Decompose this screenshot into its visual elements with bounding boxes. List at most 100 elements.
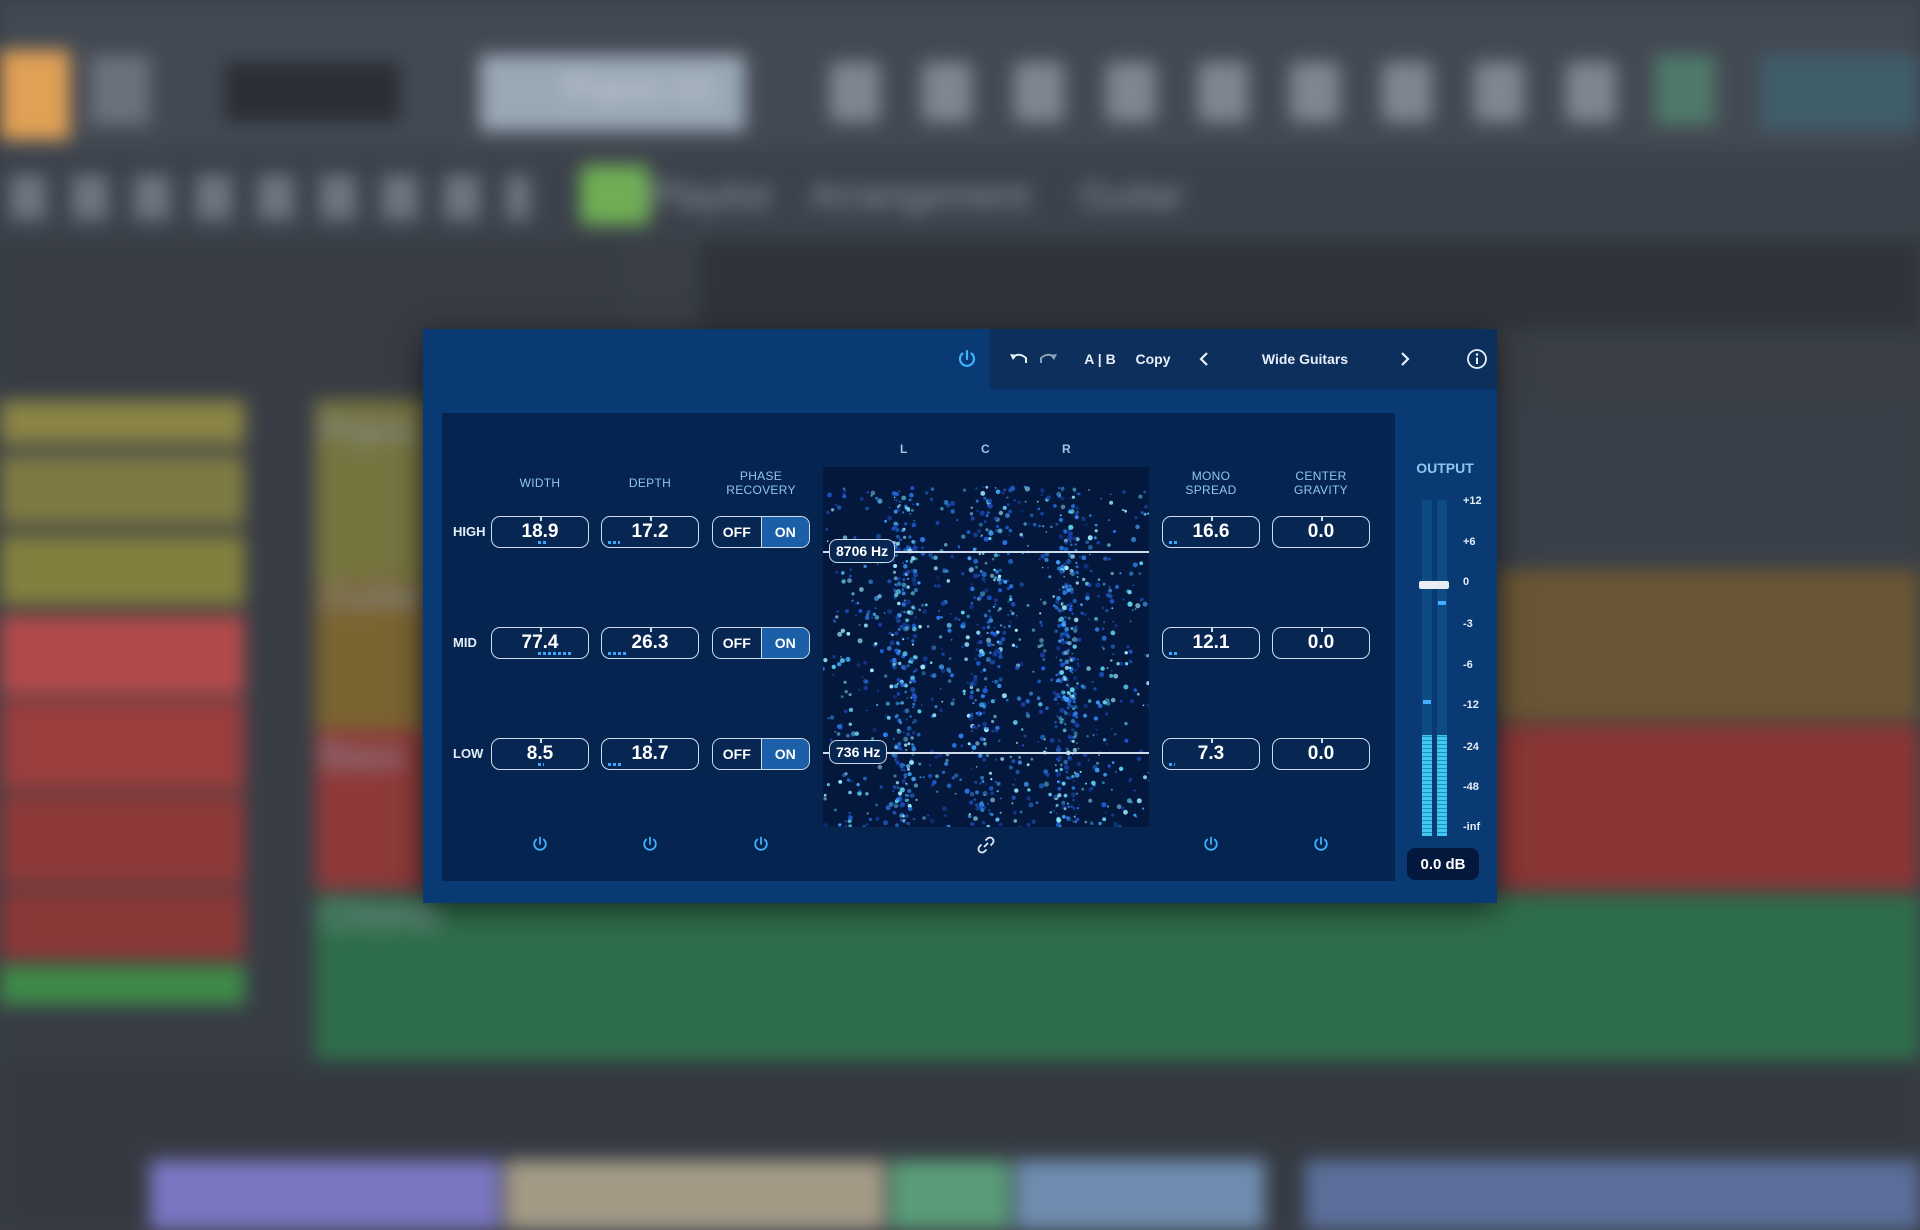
high-mono-spread-knob[interactable]: 16.6 <box>1162 516 1260 548</box>
scope-particle <box>988 786 994 791</box>
scope-particle <box>994 758 997 761</box>
scope-particle <box>985 514 989 518</box>
mid-depth-knob[interactable]: 26.3 <box>601 627 699 659</box>
redo-button[interactable] <box>1035 329 1061 389</box>
copy-button[interactable]: Copy <box>1128 329 1178 389</box>
scope-particle <box>946 579 951 583</box>
scope-particle <box>1048 792 1052 797</box>
scope-particle <box>905 782 908 785</box>
mid-phase-recovery-toggle[interactable]: OFF ON <box>712 627 810 659</box>
scope-particle <box>997 609 1000 612</box>
undo-button[interactable] <box>1006 329 1032 389</box>
scope-particle <box>985 753 989 758</box>
low-depth-knob[interactable]: 18.7 <box>601 738 699 770</box>
scope-particle <box>1071 671 1074 674</box>
scope-particle <box>1069 590 1074 595</box>
scope-particle <box>864 615 870 620</box>
scope-particle <box>1055 522 1059 526</box>
scope-particle <box>877 500 881 504</box>
info-button[interactable] <box>1462 329 1492 389</box>
low-mono-spread-knob[interactable]: 7.3 <box>1162 738 1260 770</box>
low-crossover-handle[interactable]: 736 Hz <box>829 740 888 764</box>
high-center-gravity-knob[interactable]: 0.0 <box>1272 516 1370 548</box>
scope-particle <box>903 821 906 824</box>
phase-recovery-power-button[interactable] <box>750 833 772 855</box>
stereo-scope-display[interactable]: 8706 Hz 736 Hz <box>823 467 1149 827</box>
mono-spread-power-button[interactable] <box>1200 833 1222 855</box>
high-phase-recovery-toggle[interactable]: OFF ON <box>712 516 810 548</box>
scope-particle <box>1128 659 1132 663</box>
scope-particle <box>1063 720 1066 723</box>
scope-particle <box>1067 616 1071 620</box>
scope-particle <box>1058 494 1062 497</box>
bg-breadcrumb-2: Arrangement <box>810 175 1030 217</box>
scope-particle <box>913 783 919 788</box>
scope-particle <box>963 693 966 696</box>
scope-particle <box>1065 770 1068 774</box>
depth-power-button[interactable] <box>639 833 661 855</box>
scope-particle <box>912 503 914 506</box>
scope-particle <box>900 768 904 772</box>
scope-particle <box>1115 771 1117 773</box>
scope-particle <box>997 528 1003 534</box>
scope-particle <box>1069 687 1075 693</box>
scope-particle <box>859 497 864 501</box>
scope-particle <box>1024 500 1027 503</box>
scope-particle <box>940 616 943 619</box>
scope-particle <box>848 811 851 815</box>
high-phase-on-option[interactable]: ON <box>761 517 809 547</box>
prev-preset-button[interactable] <box>1193 329 1215 389</box>
scope-particle <box>904 690 908 694</box>
scope-particle <box>1028 802 1034 808</box>
mid-center-gravity-knob[interactable]: 0.0 <box>1272 627 1370 659</box>
scope-particle <box>888 631 892 635</box>
scope-particle <box>918 762 922 766</box>
scope-particle <box>1062 691 1066 694</box>
center-gravity-power-button[interactable] <box>1310 833 1332 855</box>
scope-particle <box>1003 580 1008 584</box>
link-crossovers-button[interactable] <box>975 834 997 856</box>
scope-particle <box>1146 681 1149 686</box>
scope-particle <box>1066 706 1070 710</box>
high-crossover-handle[interactable]: 8706 Hz <box>829 539 896 563</box>
high-width-knob[interactable]: 18.9 <box>491 516 589 548</box>
preset-name[interactable]: Wide Guitars <box>1220 329 1390 389</box>
scope-particle <box>844 690 848 694</box>
scope-particle <box>1075 715 1079 719</box>
next-preset-button[interactable] <box>1394 329 1416 389</box>
low-phase-on-option[interactable]: ON <box>761 739 809 769</box>
scope-particle <box>1110 788 1113 791</box>
meter-scale-label: 0 <box>1463 576 1470 588</box>
low-phase-recovery-toggle[interactable]: OFF ON <box>712 738 810 770</box>
scope-particle <box>897 628 901 631</box>
mid-phase-off-option[interactable]: OFF <box>713 628 762 658</box>
output-gain-fader[interactable] <box>1419 581 1449 589</box>
scope-particle <box>1056 646 1061 651</box>
scope-particle <box>912 655 917 659</box>
scope-particle <box>949 500 956 506</box>
scope-particle <box>978 639 983 645</box>
output-meter-left <box>1422 500 1432 836</box>
scope-particle <box>1066 559 1072 564</box>
mid-phase-on-option[interactable]: ON <box>761 628 809 658</box>
low-phase-off-option[interactable]: OFF <box>713 739 762 769</box>
output-meter-left-level <box>1422 735 1432 836</box>
low-center-gravity-knob[interactable]: 0.0 <box>1272 738 1370 770</box>
scope-particle <box>893 802 896 805</box>
scope-particle <box>1037 679 1042 684</box>
scope-particle <box>903 731 905 734</box>
mid-mono-spread-knob[interactable]: 12.1 <box>1162 627 1260 659</box>
high-phase-off-option[interactable]: OFF <box>713 517 762 547</box>
mid-width-knob[interactable]: 77.4 <box>491 627 589 659</box>
width-power-button[interactable] <box>529 833 551 855</box>
scope-particle <box>1067 684 1071 688</box>
high-depth-knob[interactable]: 17.2 <box>601 516 699 548</box>
output-gain-readout[interactable]: 0.0 dB <box>1407 848 1479 880</box>
ab-compare-button[interactable]: A | B <box>1080 329 1120 389</box>
low-width-knob[interactable]: 8.5 <box>491 738 589 770</box>
scope-particle <box>856 663 861 667</box>
scope-particle <box>974 699 977 702</box>
scope-particle <box>837 631 843 637</box>
scope-particle <box>1040 488 1045 493</box>
plugin-power-button[interactable] <box>953 345 981 373</box>
